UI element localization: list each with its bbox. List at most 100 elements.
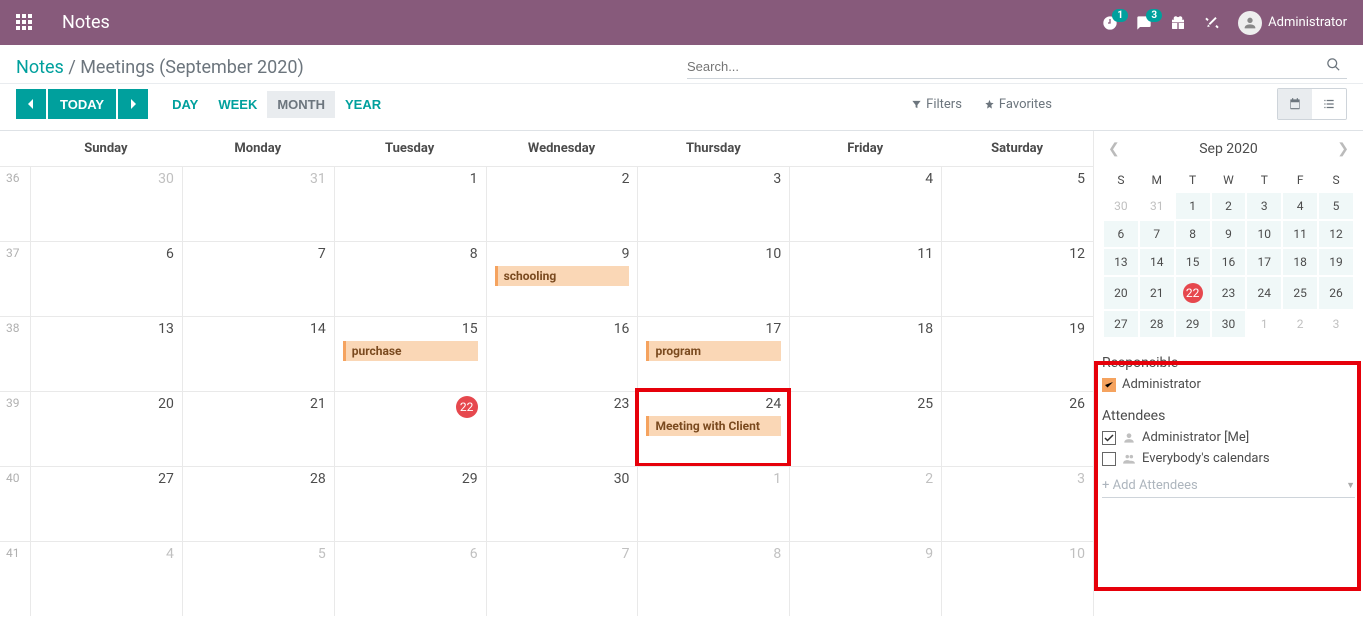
- scale-week[interactable]: WEEK: [208, 91, 267, 118]
- calendar-cell[interactable]: 12: [941, 242, 1093, 316]
- mini-cal-day[interactable]: 2: [1212, 193, 1246, 219]
- calendar-cell[interactable]: 28: [182, 467, 334, 541]
- calendar-cell[interactable]: 6: [334, 542, 486, 616]
- calendar-cell[interactable]: 29: [334, 467, 486, 541]
- calendar-body[interactable]: 36303112345376789schooling10111238131415…: [0, 166, 1093, 616]
- scale-year[interactable]: YEAR: [335, 91, 391, 118]
- calendar-cell[interactable]: 16: [486, 317, 638, 391]
- mini-cal-day[interactable]: 11: [1283, 221, 1317, 247]
- scale-day[interactable]: DAY: [162, 91, 208, 118]
- mini-cal-day[interactable]: 29: [1176, 311, 1210, 337]
- mini-cal-day[interactable]: 27: [1104, 311, 1138, 337]
- mini-cal-day[interactable]: 18: [1283, 249, 1317, 275]
- calendar-cell[interactable]: 21: [182, 392, 334, 466]
- calendar-cell[interactable]: 8: [334, 242, 486, 316]
- calendar-cell[interactable]: 18: [789, 317, 941, 391]
- scale-month[interactable]: MONTH: [267, 91, 335, 118]
- calendar-cell[interactable]: 30: [30, 167, 182, 241]
- mini-prev-icon[interactable]: ❮: [1108, 141, 1120, 157]
- calendar-cell[interactable]: 11: [789, 242, 941, 316]
- breadcrumb-root[interactable]: Notes: [16, 57, 64, 78]
- mini-cal-day[interactable]: 4: [1283, 193, 1317, 219]
- search-icon[interactable]: [1320, 57, 1347, 76]
- calendar-cell[interactable]: 22: [334, 392, 486, 466]
- mini-cal-day[interactable]: 15: [1176, 249, 1210, 275]
- search-box[interactable]: [687, 55, 1347, 79]
- calendar-cell[interactable]: 8: [637, 542, 789, 616]
- mini-cal-day[interactable]: 16: [1212, 249, 1246, 275]
- chat-icon[interactable]: 3: [1136, 15, 1152, 31]
- mini-cal-day[interactable]: 5: [1319, 193, 1353, 219]
- calendar-cell[interactable]: 2: [789, 467, 941, 541]
- calendar-cell[interactable]: 25: [789, 392, 941, 466]
- add-attendee-input[interactable]: + Add Attendees ▼: [1102, 474, 1355, 498]
- next-button[interactable]: [118, 89, 148, 119]
- prev-button[interactable]: [16, 89, 46, 119]
- mini-cal-day[interactable]: 30: [1104, 193, 1138, 219]
- calendar-view-button[interactable]: [1278, 89, 1312, 119]
- mini-calendar[interactable]: SMTWTFS303112345678910111213141516171819…: [1102, 167, 1355, 339]
- calendar-cell[interactable]: 23: [486, 392, 638, 466]
- mini-cal-day[interactable]: 22: [1176, 277, 1210, 309]
- mini-cal-day[interactable]: 25: [1283, 277, 1317, 309]
- mini-cal-day[interactable]: 3: [1247, 193, 1281, 219]
- calendar-cell[interactable]: 3: [941, 467, 1093, 541]
- mini-next-icon[interactable]: ❯: [1337, 141, 1349, 157]
- mini-cal-day[interactable]: 6: [1104, 221, 1138, 247]
- mini-cal-day[interactable]: 13: [1104, 249, 1138, 275]
- mini-cal-day[interactable]: 3: [1319, 311, 1353, 337]
- checkbox-checked-icon[interactable]: [1102, 431, 1116, 445]
- calendar-event[interactable]: purchase: [343, 341, 478, 361]
- mini-cal-day[interactable]: 1: [1176, 193, 1210, 219]
- mini-cal-day[interactable]: 20: [1104, 277, 1138, 309]
- apps-icon[interactable]: [16, 14, 34, 32]
- checkbox-checked-icon[interactable]: [1102, 378, 1116, 392]
- mini-cal-day[interactable]: 1: [1247, 311, 1281, 337]
- mini-cal-day[interactable]: 30: [1212, 311, 1246, 337]
- calendar-event[interactable]: Meeting with Client: [646, 416, 781, 436]
- calendar-cell[interactable]: 4: [789, 167, 941, 241]
- mini-cal-day[interactable]: 2: [1283, 311, 1317, 337]
- calendar-cell[interactable]: 30: [486, 467, 638, 541]
- mini-cal-day[interactable]: 14: [1140, 249, 1174, 275]
- gift-icon[interactable]: [1170, 15, 1186, 31]
- calendar-cell[interactable]: 5: [941, 167, 1093, 241]
- calendar-cell[interactable]: 9schooling: [486, 242, 638, 316]
- calendar-cell[interactable]: 26: [941, 392, 1093, 466]
- mini-cal-day[interactable]: 21: [1140, 277, 1174, 309]
- calendar-cell[interactable]: 7: [182, 242, 334, 316]
- mini-cal-day[interactable]: 10: [1247, 221, 1281, 247]
- mini-cal-day[interactable]: 7: [1140, 221, 1174, 247]
- calendar-cell[interactable]: 6: [30, 242, 182, 316]
- settings-icon[interactable]: [1204, 15, 1220, 31]
- today-button[interactable]: TODAY: [48, 89, 116, 119]
- calendar-cell[interactable]: 9: [789, 542, 941, 616]
- mini-cal-day[interactable]: 23: [1212, 277, 1246, 309]
- mini-cal-day[interactable]: 28: [1140, 311, 1174, 337]
- calendar-cell[interactable]: 14: [182, 317, 334, 391]
- calendar-cell[interactable]: 17program: [637, 317, 789, 391]
- calendar-cell[interactable]: 4: [30, 542, 182, 616]
- calendar-cell[interactable]: 2: [486, 167, 638, 241]
- calendar-cell[interactable]: 20: [30, 392, 182, 466]
- mini-cal-day[interactable]: 12: [1319, 221, 1353, 247]
- calendar-cell[interactable]: 3: [637, 167, 789, 241]
- mini-cal-day[interactable]: 19: [1319, 249, 1353, 275]
- calendar-event[interactable]: schooling: [495, 266, 630, 286]
- mini-cal-day[interactable]: 9: [1212, 221, 1246, 247]
- calendar-cell[interactable]: 10: [941, 542, 1093, 616]
- calendar-cell[interactable]: 15purchase: [334, 317, 486, 391]
- attendee-me-row[interactable]: Administrator [Me]: [1102, 430, 1355, 445]
- mini-cal-day[interactable]: 31: [1140, 193, 1174, 219]
- calendar-cell[interactable]: 7: [486, 542, 638, 616]
- calendar-event[interactable]: program: [646, 341, 781, 361]
- calendar-cell[interactable]: 27: [30, 467, 182, 541]
- checkbox-unchecked-icon[interactable]: [1102, 452, 1116, 466]
- attendee-everybody-row[interactable]: Everybody's calendars: [1102, 451, 1355, 466]
- activity-icon[interactable]: 1: [1102, 15, 1118, 31]
- filters-button[interactable]: Filters: [911, 97, 962, 112]
- calendar-cell[interactable]: 19: [941, 317, 1093, 391]
- mini-cal-day[interactable]: 8: [1176, 221, 1210, 247]
- list-view-button[interactable]: [1312, 89, 1346, 119]
- calendar-cell[interactable]: 13: [30, 317, 182, 391]
